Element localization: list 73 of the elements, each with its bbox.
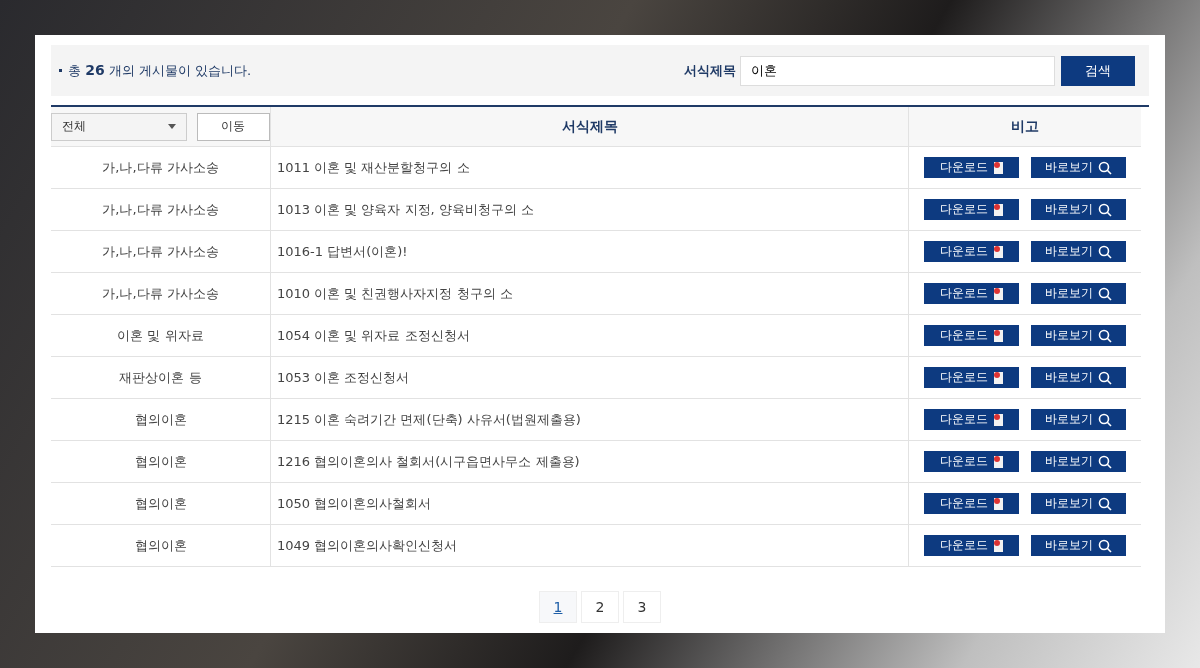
download-button[interactable]: 다운로드 [924,157,1019,178]
move-button[interactable]: 이동 [196,112,270,141]
category-cell: 협의이혼 [51,399,270,441]
view-button[interactable]: 바로보기 [1031,451,1126,472]
column-header: 서식제목 [270,107,908,147]
download-button[interactable]: 다운로드 [924,409,1019,430]
column-header: 비고 [908,107,1141,147]
title-cell: 1054 이혼 및 위자료 조정신청서 [270,315,908,357]
search-icon [1098,538,1112,553]
view-button[interactable]: 바로보기 [1031,241,1126,262]
search-icon [1098,328,1112,343]
view-button[interactable]: 바로보기 [1031,283,1126,304]
category-cell: 재판상이혼 등 [51,357,270,399]
category-cell: 가,나,다류 가사소송 [51,147,270,189]
search-icon [1098,160,1112,175]
category-cell: 협의이혼 [51,525,270,567]
category-cell: 협의이혼 [51,483,270,525]
document-icon [992,538,1004,553]
category-select[interactable]: 전체 [51,112,187,141]
search-icon [1098,370,1112,385]
category-cell: 가,나,다류 가사소송 [51,189,270,231]
download-button[interactable]: 다운로드 [924,283,1019,304]
search-button[interactable]: 검색 [1061,55,1135,86]
page-button[interactable]: 1 [539,591,577,623]
document-icon [992,202,1004,217]
view-button[interactable]: 바로보기 [1031,199,1126,220]
title-cell: 1216 협의이혼의사 철회서(시구읍면사무소 제출용) [270,441,908,483]
view-button[interactable]: 바로보기 [1031,325,1126,346]
download-button[interactable]: 다운로드 [924,199,1019,220]
search-icon [1098,244,1112,259]
category-cell: 협의이혼 [51,441,270,483]
title-cell: 1016-1 답변서(이혼)! [270,231,908,273]
download-button[interactable]: 다운로드 [924,367,1019,388]
search-field[interactable]: 이혼 [740,55,1055,86]
title-cell: 1011 이혼 및 재산분할청구의 소 [270,147,908,189]
download-button[interactable]: 다운로드 [924,535,1019,556]
document-icon [992,370,1004,385]
title-cell: 1215 이혼 숙려기간 면제(단축) 사유서(법원제출용) [270,399,908,441]
document-icon [992,160,1004,175]
view-button[interactable]: 바로보기 [1031,493,1126,514]
view-button[interactable]: 바로보기 [1031,535,1126,556]
document-icon [992,244,1004,259]
title-cell: 1010 이혼 및 친권행사자지정 청구의 소 [270,273,908,315]
search-icon [1098,286,1112,301]
view-button[interactable]: 바로보기 [1031,409,1126,430]
search-icon [1098,454,1112,469]
page-button[interactable]: 2 [581,591,619,623]
document-icon [992,286,1004,301]
document-icon [992,496,1004,511]
document-icon [992,412,1004,427]
view-button[interactable]: 바로보기 [1031,367,1126,388]
category-cell: 이혼 및 위자료 [51,315,270,357]
page-button[interactable]: 3 [623,591,661,623]
search-label: 서식제목 [684,61,736,80]
title-cell: 1053 이혼 조정신청서 [270,357,908,399]
download-button[interactable]: 다운로드 [924,241,1019,262]
download-button[interactable]: 다운로드 [924,493,1019,514]
title-cell: 1050 협의이혼의사철회서 [270,483,908,525]
download-button[interactable]: 다운로드 [924,325,1019,346]
category-cell: 가,나,다류 가사소송 [51,231,270,273]
search-icon [1098,496,1112,511]
document-icon [992,328,1004,343]
title-cell: 1049 협의이혼의사확인신청서 [270,525,908,567]
bullet-icon [59,69,62,72]
category-cell: 가,나,다류 가사소송 [51,273,270,315]
post-count: 총 26 개의 게시물이 있습니다. [68,61,252,80]
document-icon [992,454,1004,469]
search-icon [1098,412,1112,427]
caret-icon [167,124,176,129]
view-button[interactable]: 바로보기 [1031,157,1126,178]
search-icon [1098,202,1112,217]
title-cell: 1013 이혼 및 양육자 지정, 양육비청구의 소 [270,189,908,231]
download-button[interactable]: 다운로드 [924,451,1019,472]
